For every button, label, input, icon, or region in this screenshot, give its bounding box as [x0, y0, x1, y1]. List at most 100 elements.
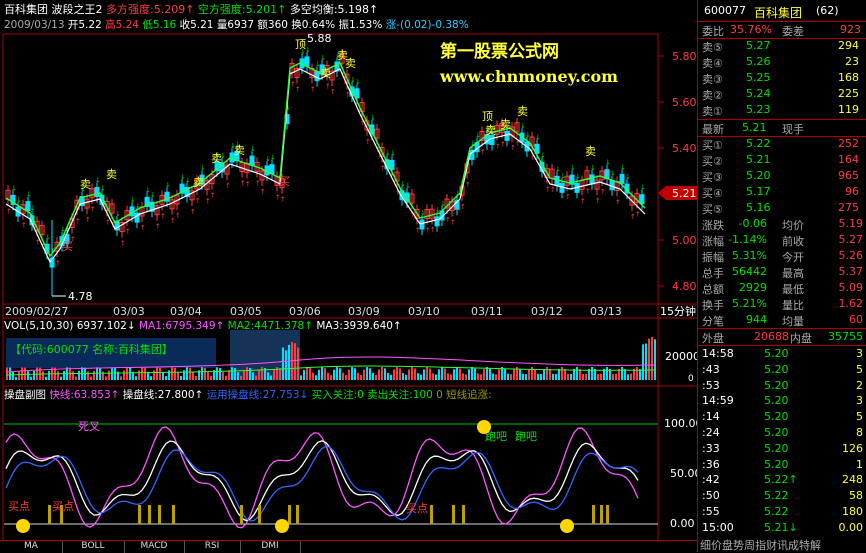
short-trace-bar: [430, 505, 433, 524]
tick-row: :33 5.20 126: [698, 441, 866, 457]
volume-bar: [480, 374, 482, 380]
volume-value: VOL(5,10,30) 6937.102↓: [4, 320, 136, 332]
smiley-icon: [275, 519, 289, 533]
volume-ma1: MA1:6795.349↑: [138, 320, 225, 332]
stat-value: 5.21%: [732, 297, 767, 310]
smiley-icon: [477, 420, 491, 434]
volume-bar: [375, 374, 377, 380]
up-arrow: ↑: [245, 180, 251, 188]
tab-dmi[interactable]: DMI: [240, 541, 301, 553]
volume-bar: [570, 373, 572, 380]
volume-bar: [339, 368, 341, 380]
tick-time: :36: [702, 457, 720, 471]
volume-bar: [507, 373, 509, 380]
volume-bar: [417, 373, 419, 380]
tick-volume: 8: [856, 426, 863, 439]
tab-ma[interactable]: MA: [0, 541, 63, 553]
bid-label: 买③: [702, 171, 723, 184]
tab-boll[interactable]: BOLL: [62, 541, 125, 553]
sell-signal: 卖: [193, 176, 204, 189]
volume-bar: [363, 369, 365, 380]
volume-bar: [483, 369, 485, 380]
volume-bar: [153, 370, 155, 380]
up-arrow: ↑: [615, 199, 621, 207]
volume-bar: [105, 376, 107, 380]
buy-point-label: 买点: [52, 500, 74, 513]
volume-bar: [258, 370, 260, 380]
volume-bar: [597, 374, 599, 380]
volume-bar: [321, 367, 323, 380]
ask-price: 5.26: [746, 55, 771, 68]
chart-canvas[interactable]: ↑↓↓↑↓↓↑↑↓↓↑↓ ↓↑↑↓↑↑↓↓↑ ↑↓↑↑↓↓↑↓↓↑↑↓↑↑↓ ↓↑↑↓…: [0, 0, 697, 552]
volume-bar: [192, 372, 194, 380]
volume-bar: [138, 370, 140, 380]
up-arrow: ↑: [280, 196, 286, 204]
volume-bar: [342, 372, 344, 380]
short-trace-bar: [138, 505, 141, 524]
tick-volume: 126: [842, 441, 863, 455]
price-axis-ticks: [658, 55, 664, 287]
stat-row: 换手 5.21% 量比 1.62: [698, 296, 866, 312]
tick-time: :42: [702, 473, 720, 487]
bid-volume: 164: [838, 153, 859, 166]
down-arrow: ↓: [100, 184, 106, 192]
neipan-label: 内盘: [790, 332, 812, 345]
down-arrow: ↓: [185, 177, 191, 185]
volume-bar: [564, 368, 566, 380]
volume-bar: [345, 375, 347, 380]
up-arrow: ↑: [460, 203, 466, 211]
short-trace-bar: [158, 505, 161, 524]
bid-volume: 96: [845, 185, 859, 198]
up-arrow: ↑: [295, 85, 301, 93]
up-arrow: ↑: [190, 208, 196, 216]
volume-bar: [165, 376, 167, 380]
xianshou-label: 现手: [782, 123, 804, 136]
death-cross-label: 死叉: [78, 420, 100, 433]
stat-row: 分笔 944 均量 60: [698, 312, 866, 328]
buy-point-label: 买点: [406, 502, 428, 515]
tick-price: 5.20: [764, 426, 789, 439]
bottom-menu-text[interactable]: 细价盘势周指财讯成特解: [700, 537, 821, 553]
weibi-value: 35.76%: [730, 23, 772, 36]
volume-bar: [573, 368, 575, 380]
weibi-row: 委比 35.76% 委差 923: [698, 21, 866, 39]
weicha-label: 委差: [782, 25, 804, 38]
chart-area[interactable]: 百科集团 波段之王2 多方强度:5.209↑ 空方强度:5.201↑ 多空均衡:…: [0, 0, 703, 553]
candle-body: [249, 155, 255, 166]
tab-macd[interactable]: MACD: [124, 541, 185, 553]
bid-label: 买④: [702, 187, 723, 200]
tick-volume: 2: [856, 378, 863, 392]
date-label: 03/06: [289, 305, 321, 318]
volume-bar: [120, 376, 122, 380]
date-label: 03/11: [471, 305, 503, 318]
stat-value: 5.31%: [732, 249, 767, 262]
sell-signal: 卖: [517, 105, 528, 118]
volume-bar: [432, 373, 434, 380]
volume-bar: [552, 373, 554, 380]
date-label: 03/12: [531, 305, 563, 318]
ask-volume: 119: [838, 103, 859, 116]
tick-row: :50 5.22 58: [698, 488, 866, 504]
up-arrow: ↑: [365, 138, 371, 146]
down-arrow: ↓: [165, 181, 171, 189]
period-selector[interactable]: 15分钟: [660, 305, 696, 318]
stat-label: 量比: [782, 299, 804, 312]
ask-price: 5.24: [746, 87, 771, 100]
volume-bar: [303, 369, 305, 380]
sell-signal: 卖: [485, 124, 496, 137]
volume-bar: [270, 375, 272, 380]
ask-volume: 23: [845, 55, 859, 68]
bottom-menu[interactable]: 细价盘势周指财讯成特解: [698, 536, 866, 552]
tick-price: 5.22↑: [764, 473, 798, 487]
latest-value: 5.21: [742, 121, 767, 134]
volume-bar: [435, 374, 437, 380]
volume-bar: [252, 372, 254, 380]
tick-price: 5.20: [764, 362, 789, 376]
down-arrow: ↓: [115, 210, 121, 218]
sub-indicator-lines: [5, 426, 639, 529]
stat-value: 1.62: [838, 297, 864, 310]
weibi-label: 委比: [702, 25, 724, 38]
volume-bar: [231, 367, 233, 380]
tab-rsi[interactable]: RSI: [184, 541, 241, 553]
volume-bar: [15, 376, 17, 380]
